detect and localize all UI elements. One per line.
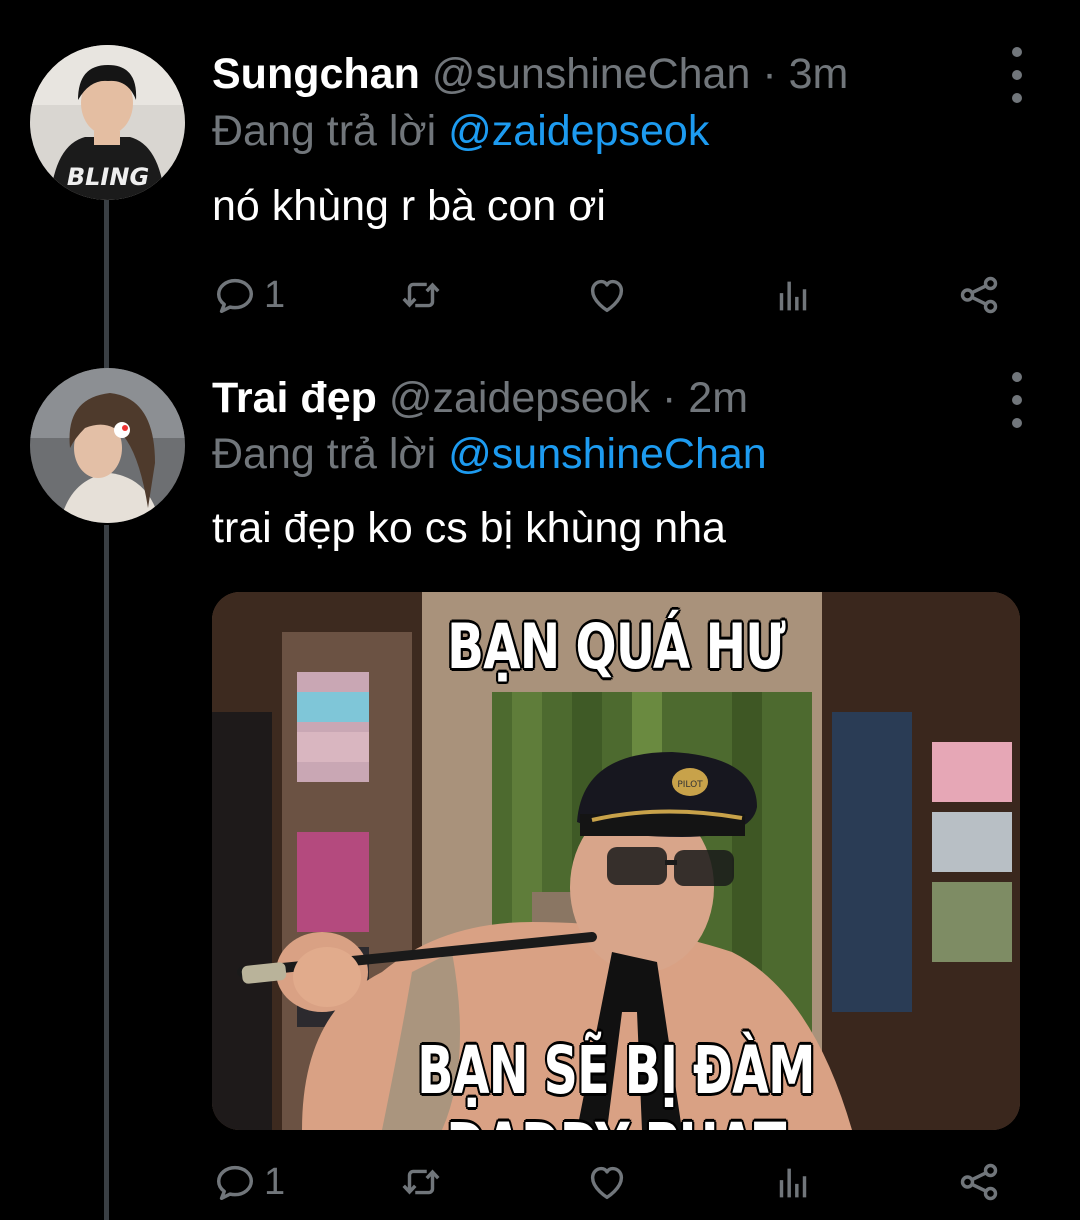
share-button[interactable] xyxy=(956,270,1002,320)
replying-prefix: Đang trả lời xyxy=(212,107,437,155)
reply-count: 1 xyxy=(264,273,286,316)
tweet-header: Sungchan @sunshineChan · 3m xyxy=(212,48,848,100)
like-icon xyxy=(590,279,624,313)
separator: · xyxy=(762,50,777,98)
cap-badge-text: PILOT xyxy=(677,780,703,790)
share-icon xyxy=(960,1163,998,1201)
meme-caption-top: BẠN QUÁ HƯ xyxy=(447,610,786,683)
avatar[interactable]: BLING xyxy=(30,45,185,200)
retweet-icon xyxy=(402,282,440,308)
retweet-button[interactable] xyxy=(398,1157,444,1207)
action-bar: 1 xyxy=(212,1157,1032,1207)
display-name[interactable]: Trai đẹp xyxy=(212,374,377,422)
mention-link[interactable]: @zaidepseok xyxy=(448,107,709,155)
display-name[interactable]: Sungchan xyxy=(212,50,420,98)
action-bar: 1 xyxy=(212,270,1032,320)
timestamp[interactable]: 2m xyxy=(688,374,748,422)
reply-icon xyxy=(216,278,254,314)
retweet-icon xyxy=(402,1169,440,1195)
replying-to: Đang trả lời @zaidepseok xyxy=(212,105,709,157)
replying-prefix: Đang trả lời xyxy=(212,430,437,478)
reply-button[interactable]: 1 xyxy=(212,1157,285,1207)
reply-count: 1 xyxy=(264,1160,286,1203)
tweet-media-image[interactable]: PILOT BẠN QUÁ HƯ BẠN SẼ BỊ ĐÀM DADDY PHẠ… xyxy=(212,592,1020,1130)
user-handle[interactable]: @sunshineChan xyxy=(432,50,751,98)
avatar-photo xyxy=(30,368,185,523)
tweet-text: nó khùng r bà con ơi xyxy=(212,182,606,230)
views-button[interactable] xyxy=(770,1157,816,1207)
more-icon[interactable] xyxy=(1000,372,1034,428)
user-handle[interactable]: @zaidepseok xyxy=(389,374,650,422)
tweet[interactable]: Trai đẹp @zaidepseok · 2m Đang trả lời @… xyxy=(0,360,1080,1220)
views-icon xyxy=(779,281,807,311)
like-button[interactable] xyxy=(584,1157,630,1207)
share-button[interactable] xyxy=(956,1157,1002,1207)
tweet[interactable]: BLING Sungchan @sunshineChan · 3m Đang t… xyxy=(0,0,1080,360)
more-icon[interactable] xyxy=(1000,47,1034,103)
separator: · xyxy=(662,374,677,422)
avatar-photo: BLING xyxy=(30,45,185,200)
meme-caption-bottom: BẠN SẼ BỊ ĐÀM DADDY PHẠT xyxy=(417,1032,815,1130)
views-icon xyxy=(779,1168,807,1198)
like-icon xyxy=(590,1166,624,1200)
views-button[interactable] xyxy=(770,270,816,320)
retweet-button[interactable] xyxy=(398,270,444,320)
reply-button[interactable]: 1 xyxy=(212,270,285,320)
avatar[interactable] xyxy=(30,368,185,523)
replying-to: Đang trả lời @sunshineChan xyxy=(212,428,767,480)
like-button[interactable] xyxy=(584,270,630,320)
share-icon xyxy=(960,276,998,314)
mention-link[interactable]: @sunshineChan xyxy=(448,430,767,478)
tweet-text: trai đẹp ko cs bị khùng nha xyxy=(212,504,726,552)
avatar-shirt-text: BLING xyxy=(67,163,149,191)
reply-icon xyxy=(216,1165,254,1201)
timestamp[interactable]: 3m xyxy=(789,50,849,98)
tweet-header: Trai đẹp @zaidepseok · 2m xyxy=(212,372,748,424)
